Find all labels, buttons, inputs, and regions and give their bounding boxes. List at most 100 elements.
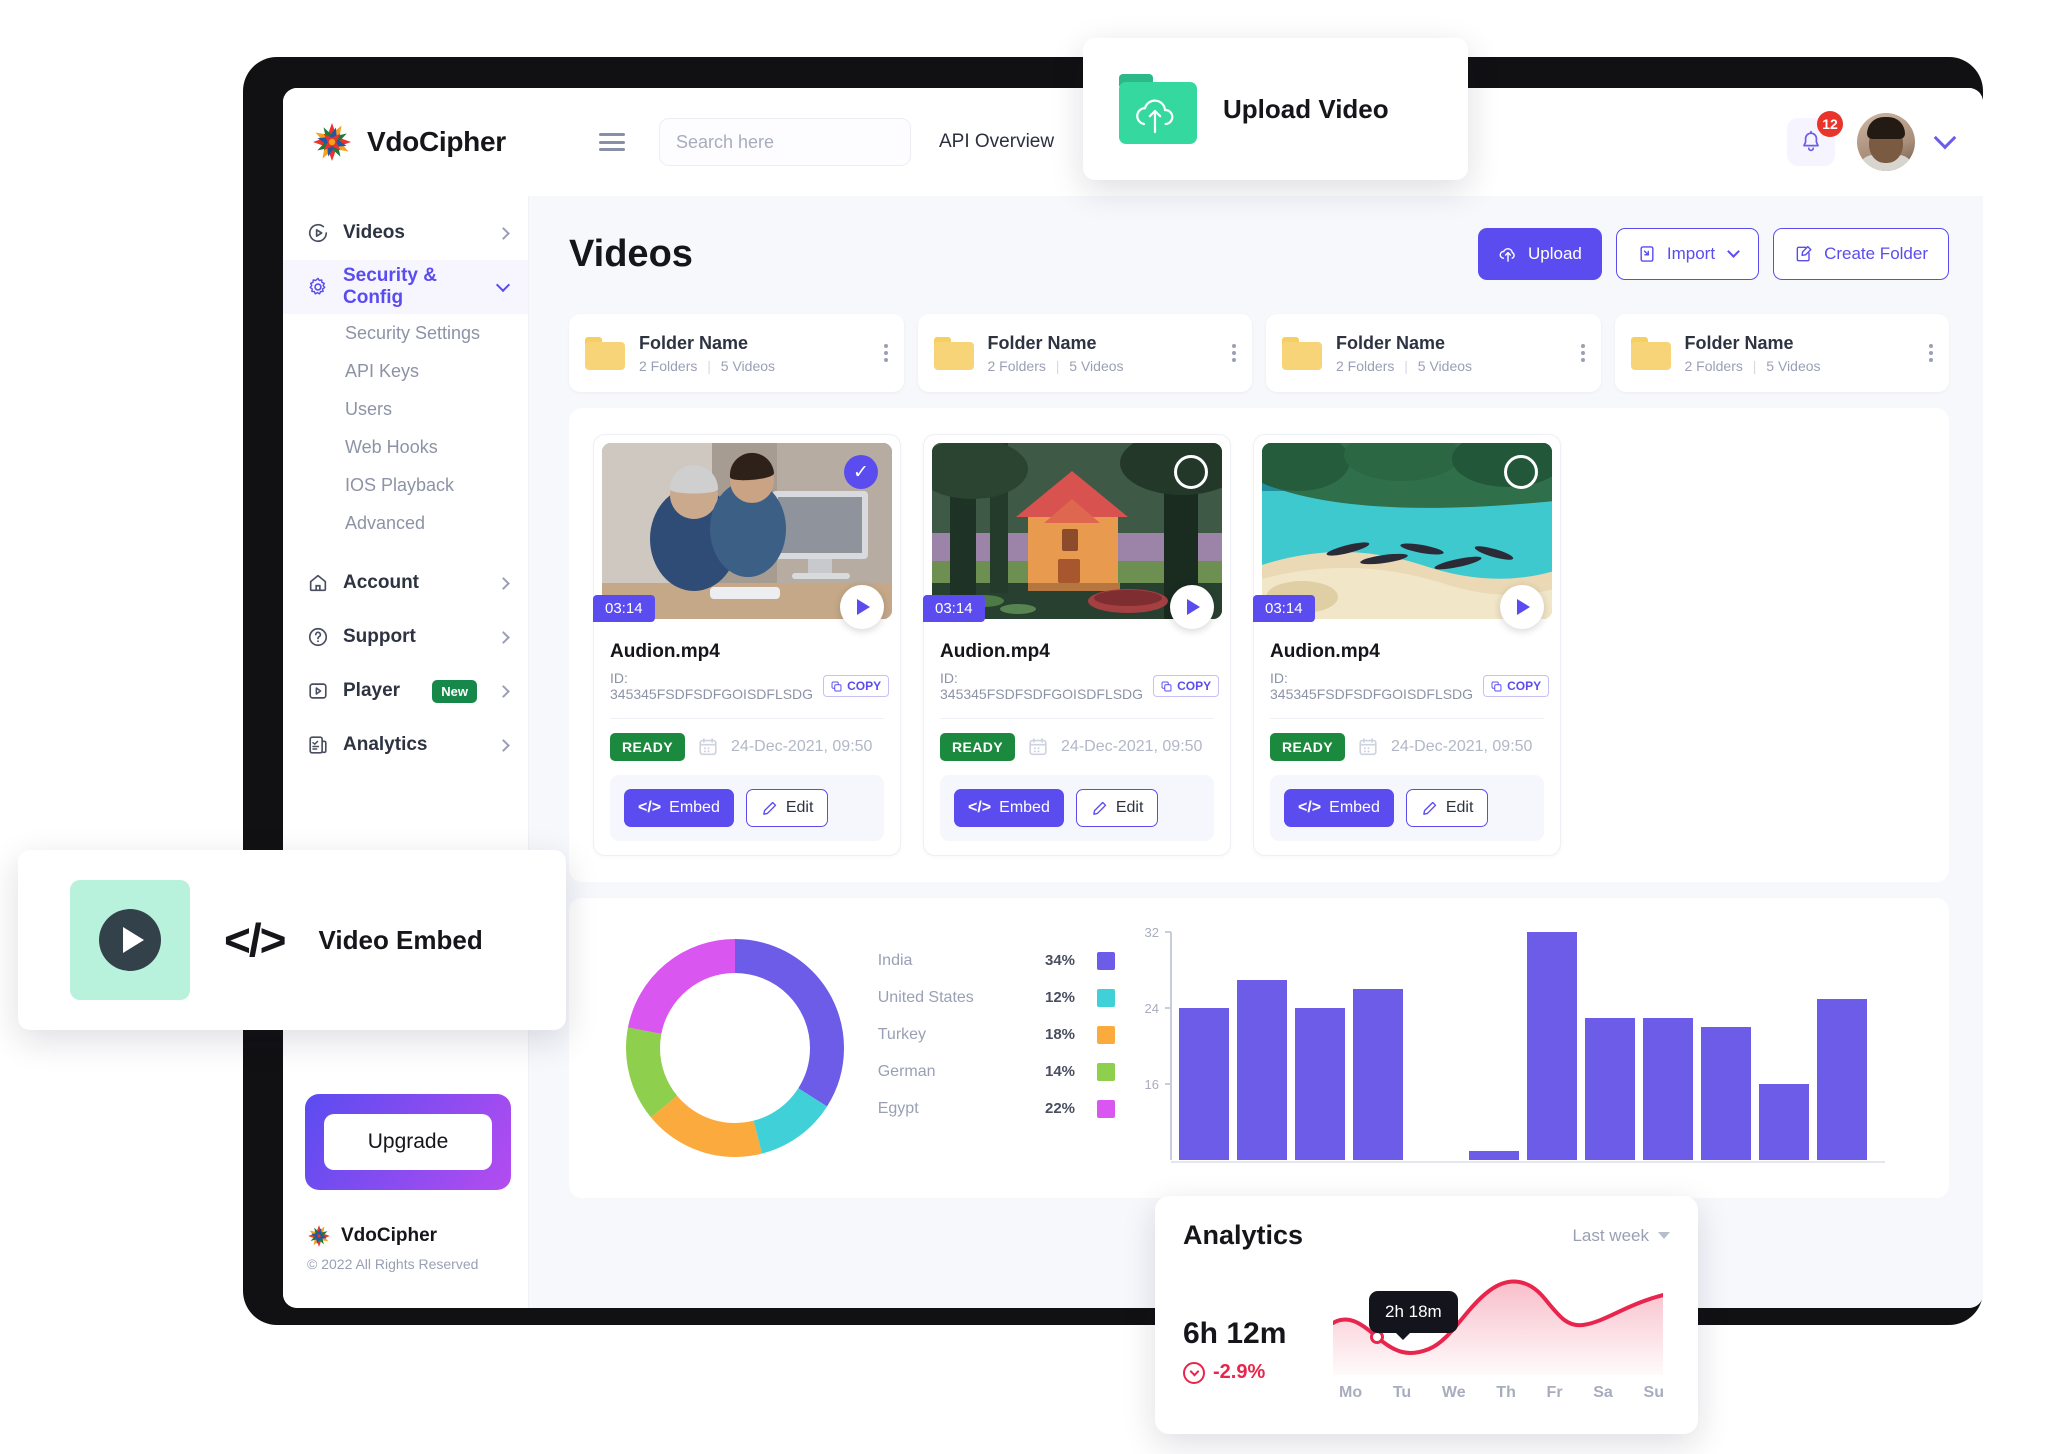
upload-folder-icon	[1119, 74, 1197, 144]
chevron-right-icon	[497, 738, 510, 752]
folder-icon	[933, 336, 974, 370]
sidebar-item-player[interactable]: Player New	[283, 664, 528, 718]
folder-menu-icon[interactable]	[1580, 344, 1585, 362]
create-folder-button-label: Create Folder	[1824, 244, 1928, 263]
import-button[interactable]: Import	[1615, 228, 1760, 280]
edit-button[interactable]: Edit	[1075, 789, 1159, 827]
folder-count: 2 Folders	[1684, 357, 1743, 374]
search-input[interactable]	[676, 131, 908, 153]
copy-button[interactable]: COPY	[1153, 675, 1220, 697]
notification-badge: 12	[1817, 111, 1843, 137]
question-icon	[307, 626, 329, 648]
play-button[interactable]	[1500, 585, 1544, 629]
folder-row: Folder Name 2 Folders | 5 Videos Folder …	[569, 314, 1949, 392]
legend-label: United States	[877, 988, 974, 1006]
copy-label: COPY	[1177, 679, 1212, 693]
notifications-button[interactable]: 12	[1787, 111, 1843, 166]
video-card[interactable]: 03:14 Audion.mp4 ID: 345345FSDFSDFGOISDF…	[1253, 434, 1561, 856]
copyright-text: © 2022 All Rights Reserved	[307, 1256, 479, 1272]
embed-button[interactable]: </> Embed	[954, 789, 1064, 827]
profile-chevron-down-icon[interactable]	[1933, 126, 1957, 150]
video-card[interactable]: 03:14 Audion.mp4 ID: 345345FSDFSDFGOISDF…	[923, 434, 1231, 856]
donut-chart	[593, 924, 878, 1172]
folder-meta: 2 Folders | 5 Videos	[639, 357, 776, 374]
donut-legend: India 34% United States 12% Turkey 18% G…	[878, 924, 1115, 1172]
video-count: 5 Videos	[1417, 357, 1473, 374]
day-label: Mo	[1339, 1384, 1363, 1401]
search-box[interactable]	[659, 118, 911, 166]
analytics-panel: India 34% United States 12% Turkey 18% G…	[569, 898, 1949, 1198]
analytics-floating-card[interactable]: Analytics Last week 6h 12m -2.9% 2h 18m …	[1155, 1196, 1698, 1434]
chevron-down-icon	[1727, 245, 1740, 258]
legend-label: Egypt	[877, 1099, 919, 1117]
legend-label: India	[877, 951, 913, 969]
folder-card[interactable]: Folder Name 2 Folders | 5 Videos	[1266, 314, 1601, 392]
folder-menu-icon[interactable]	[1929, 344, 1933, 362]
folder-menu-icon[interactable]	[883, 344, 888, 362]
legend-item: India 34%	[878, 942, 1115, 979]
sidebar-subitem-web-hooks[interactable]: Web Hooks	[283, 428, 528, 466]
copy-button[interactable]: COPY	[823, 675, 890, 697]
copy-button[interactable]: COPY	[1483, 675, 1550, 697]
edit-button[interactable]: Edit	[1405, 789, 1489, 827]
embed-button[interactable]: </> Embed	[1284, 789, 1394, 827]
copy-icon	[1161, 681, 1172, 691]
sidebar-item-security-config[interactable]: Security & Config	[283, 260, 528, 314]
video-select-checkbox[interactable]	[1504, 455, 1538, 489]
new-badge: New	[432, 679, 477, 703]
play-button[interactable]	[1170, 585, 1214, 629]
upgrade-card: Upgrade	[305, 1094, 511, 1190]
video-embed-floating-card[interactable]: </> Video Embed	[18, 850, 566, 1030]
analytics-day-axis: Mo Tu We Th Fr Sa Su	[1333, 1384, 1670, 1402]
legend-swatch	[1097, 1099, 1115, 1118]
sidebar-subitem-users[interactable]: Users	[283, 390, 528, 428]
video-date: 24-Dec-2021, 09:50	[1391, 738, 1533, 755]
analytics-total: 6h 12m	[1183, 1317, 1287, 1350]
embed-button[interactable]: </> Embed	[624, 789, 734, 827]
analytics-tooltip: 2h 18m	[1369, 1291, 1458, 1340]
trend-down-icon	[1183, 1361, 1205, 1384]
brand[interactable]: VdoCipher	[283, 121, 579, 163]
import-icon	[1640, 246, 1654, 262]
copy-icon	[831, 681, 842, 691]
play-icon	[99, 909, 161, 971]
folder-card[interactable]: Folder Name 2 Folders | 5 Videos	[1614, 314, 1949, 392]
copy-label: COPY	[847, 679, 882, 693]
sidebar-subitem-api-keys[interactable]: API Keys	[283, 352, 528, 390]
upload-button[interactable]: Upload	[1478, 228, 1602, 280]
sidebar-item-analytics[interactable]: Analytics	[283, 718, 528, 772]
embed-label: Embed	[669, 799, 720, 816]
sidebar-item-videos[interactable]: Videos	[283, 206, 528, 260]
embed-label: Embed	[1329, 799, 1380, 816]
video-select-checkbox[interactable]	[1174, 455, 1208, 489]
video-card[interactable]: ✓ 03:14 Audion.mp4 ID: 345345FSDFSDFGOIS…	[593, 434, 901, 856]
sidebar-item-account[interactable]: Account	[283, 556, 528, 610]
nav-link-api-overview[interactable]: API Overview	[939, 131, 1054, 153]
analytics-range-select[interactable]: Last week	[1572, 1226, 1670, 1246]
sidebar-item-support[interactable]: Support	[283, 610, 528, 664]
copy-icon	[1491, 681, 1502, 691]
folder-card[interactable]: Folder Name 2 Folders | 5 Videos	[569, 314, 904, 392]
play-button[interactable]	[840, 585, 884, 629]
chevron-right-icon	[497, 684, 510, 698]
avatar[interactable]	[1857, 113, 1915, 171]
video-count: 5 Videos	[720, 357, 776, 374]
embed-label: Embed	[999, 799, 1050, 816]
video-duration: 03:14	[923, 595, 985, 622]
video-select-checkbox[interactable]: ✓	[844, 455, 878, 489]
folder-icon	[1282, 336, 1322, 370]
folder-card[interactable]: Folder Name 2 Folders | 5 Videos	[917, 314, 1252, 392]
edit-button[interactable]: Edit	[745, 789, 829, 827]
legend-item: German 14%	[878, 1053, 1115, 1090]
sidebar-subitem-advanced[interactable]: Advanced	[283, 504, 528, 542]
upgrade-button[interactable]: Upgrade	[324, 1114, 492, 1170]
svg-text:24: 24	[1145, 1001, 1159, 1016]
hamburger-menu-icon[interactable]	[599, 133, 625, 151]
create-folder-button[interactable]: Create Folder	[1773, 228, 1949, 280]
folder-menu-icon[interactable]	[1232, 344, 1236, 362]
analytics-delta-value: -2.9%	[1213, 1361, 1266, 1383]
upload-video-floating-card[interactable]: Upload Video	[1083, 38, 1468, 180]
sidebar-subitem-ios-playback[interactable]: IOS Playback	[283, 466, 528, 504]
sidebar-subitem-security-settings[interactable]: Security Settings	[283, 314, 528, 352]
legend-item: United States 12%	[878, 979, 1115, 1016]
